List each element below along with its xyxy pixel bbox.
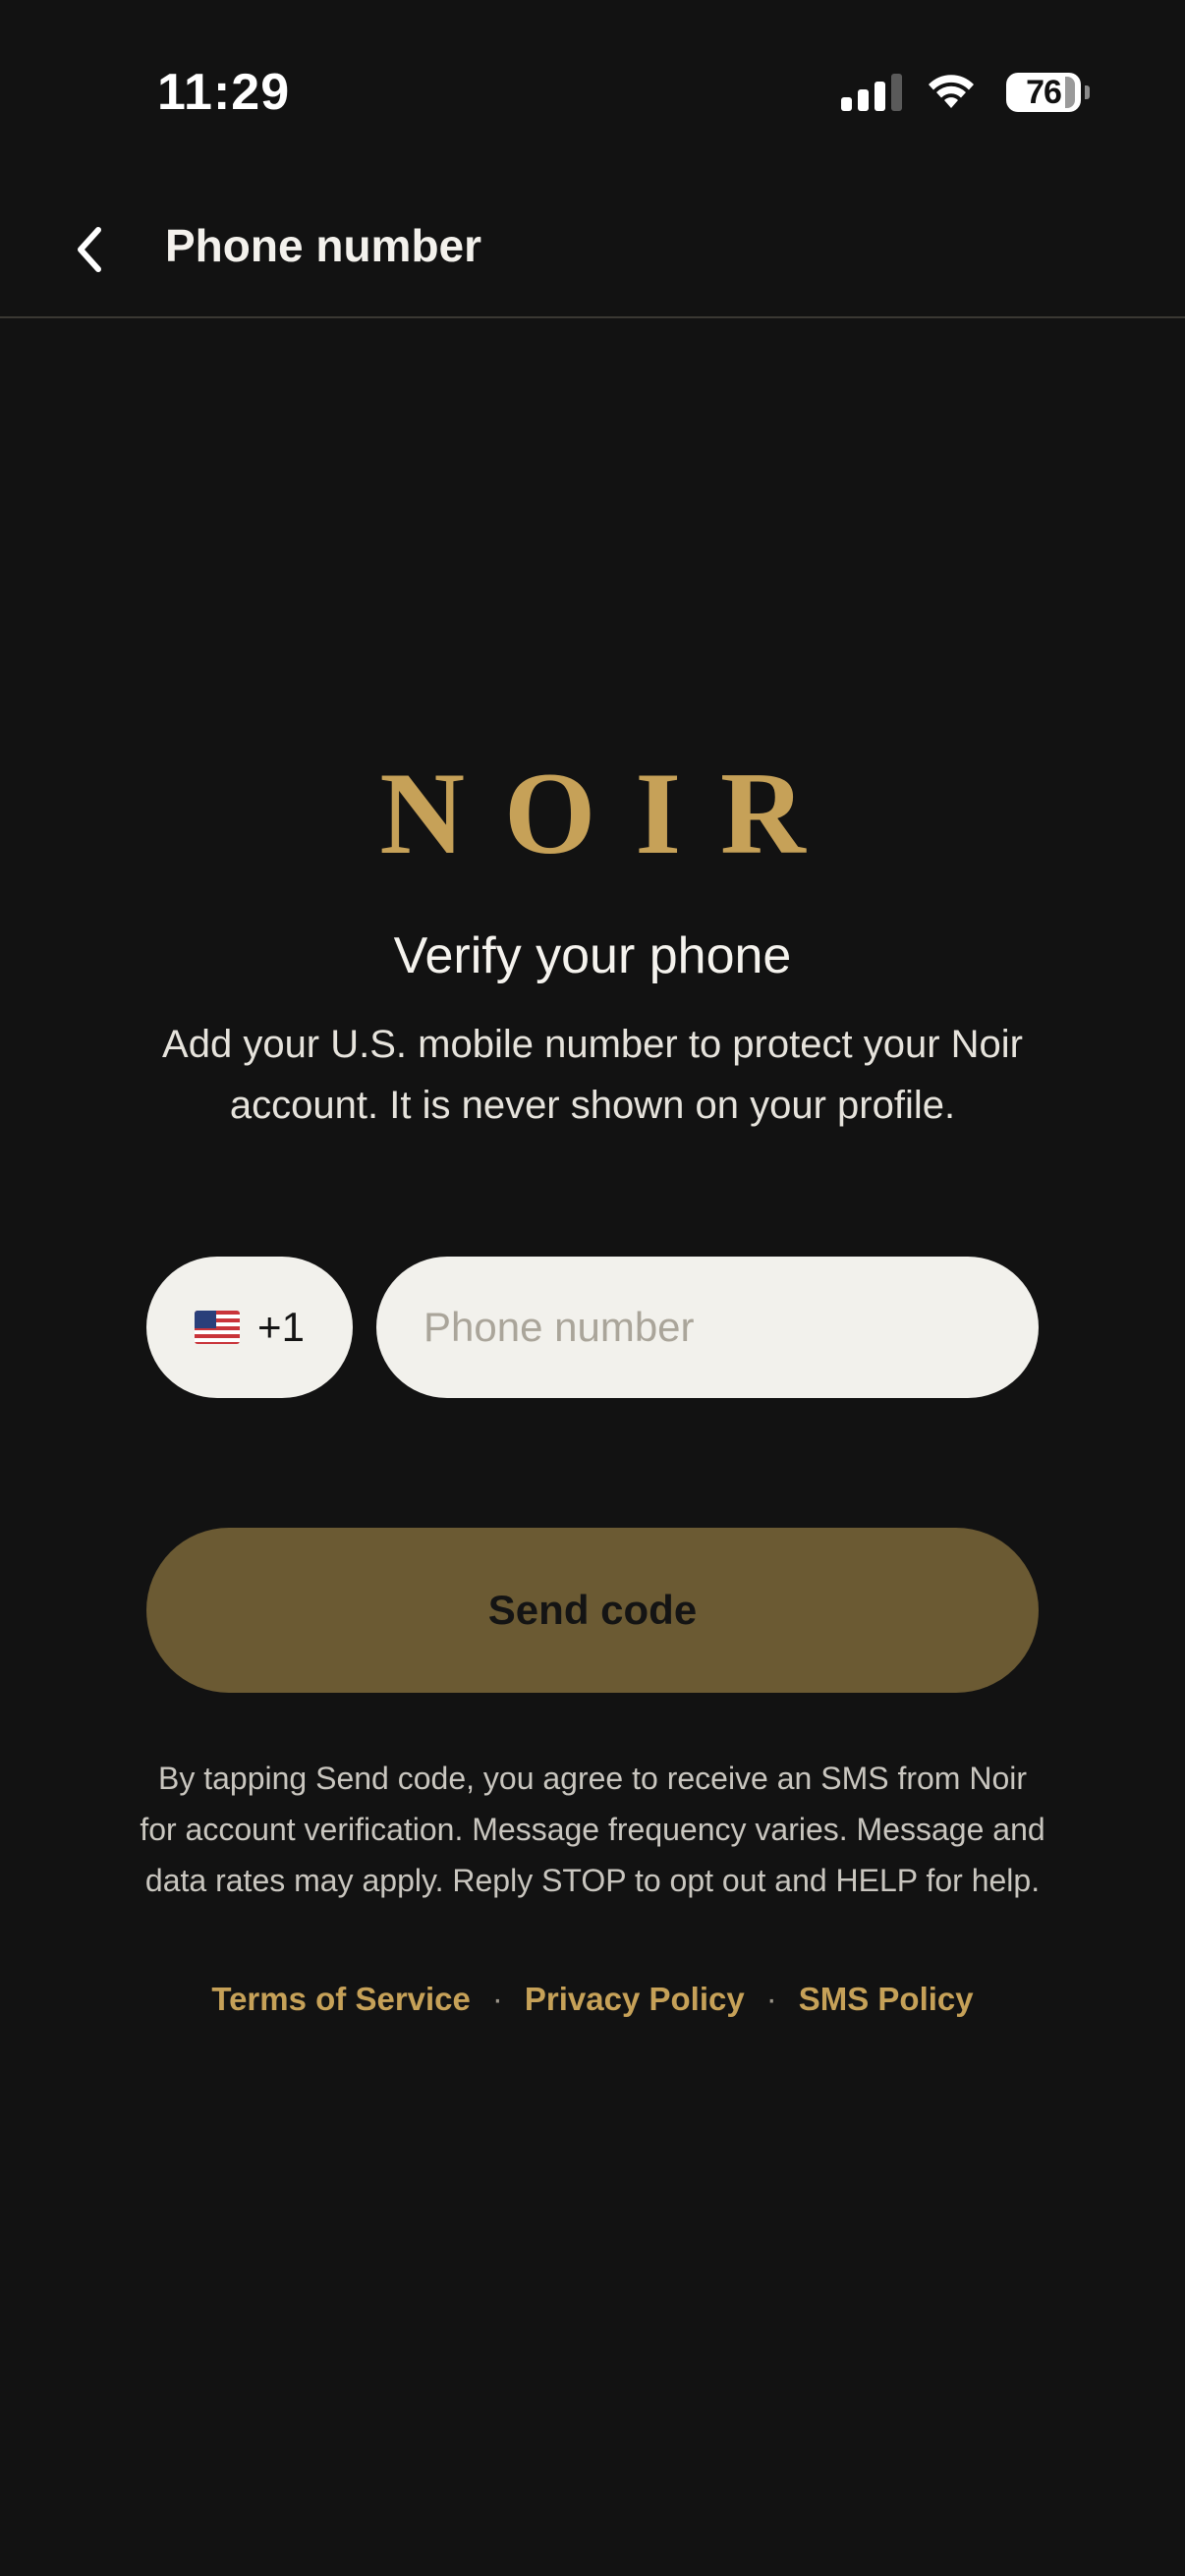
chevron-left-icon — [78, 227, 101, 272]
link-separator: · — [491, 1981, 503, 2017]
cellular-signal-icon — [841, 74, 902, 111]
privacy-policy-link[interactable]: Privacy Policy — [525, 1981, 745, 2018]
sms-disclaimer: By tapping Send code, you agree to recei… — [140, 1761, 1045, 1898]
status-time: 11:29 — [157, 64, 291, 121]
verify-description: Add your U.S. mobile number to protect y… — [162, 1023, 1023, 1127]
verify-heading: Verify your phone — [393, 927, 792, 984]
legal-links: Terms of Service · Privacy Policy · SMS … — [0, 1981, 1185, 2018]
country-code-label: +1 — [257, 1304, 305, 1350]
sms-policy-link[interactable]: SMS Policy — [799, 1981, 974, 2018]
battery-percentage: 76 — [1026, 73, 1062, 111]
battery-level — [1065, 77, 1075, 108]
back-button[interactable] — [55, 214, 126, 285]
country-code-selector[interactable]: +1 — [146, 1257, 353, 1398]
page-title: Phone number — [165, 220, 482, 271]
us-flag-icon — [195, 1311, 241, 1344]
link-separator: · — [765, 1981, 777, 2017]
navigation-bar: Phone number — [0, 187, 1185, 318]
wifi-icon — [929, 75, 974, 108]
terms-of-service-link[interactable]: Terms of Service — [211, 1981, 471, 2018]
phone-number-input[interactable] — [376, 1257, 1039, 1398]
noir-logo: NOIR — [379, 748, 845, 878]
battery-icon: 76 — [1006, 73, 1090, 112]
status-icons: 76 — [841, 73, 1090, 112]
status-bar: 11:29 76 — [0, 0, 1185, 187]
send-code-button[interactable]: Send code — [146, 1528, 1039, 1693]
